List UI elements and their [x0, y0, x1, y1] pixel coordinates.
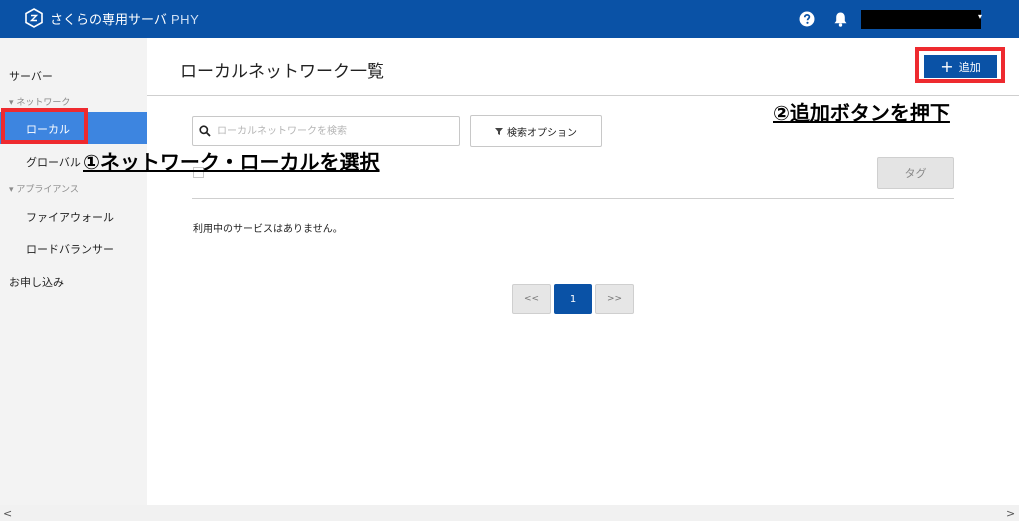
sakura-logo-icon [25, 8, 43, 28]
question-circle-icon[interactable] [799, 11, 815, 27]
highlight-add-box [915, 47, 1005, 83]
scroll-left-icon[interactable]: < [3, 507, 12, 520]
sidebar-item-global[interactable]: グローバル [26, 154, 81, 170]
pagination-prev-button[interactable]: << [512, 284, 551, 314]
filter-icon [495, 127, 503, 135]
pagination-current-page[interactable]: 1 [554, 284, 592, 314]
sidebar-section-network[interactable]: ▾ ネットワーク [9, 95, 70, 108]
sidebar-item-server[interactable]: サーバー [9, 68, 53, 84]
chevron-down-icon[interactable]: ▾ [978, 12, 982, 21]
empty-message: 利用中のサービスはありません。 [193, 224, 343, 235]
page-title: ローカルネットワーク一覧 [180, 62, 384, 82]
horizontal-scrollbar[interactable]: < > [0, 505, 1019, 521]
annotation-step-1: ①ネットワーク・ローカルを選択 [83, 150, 380, 174]
sidebar-item-apply[interactable]: お申し込み [9, 274, 64, 290]
search-option-label: 検索オプション [507, 127, 577, 139]
top-header: さくらの専用サーバ PHY ▾ [0, 0, 1019, 38]
sidebar-item-firewall[interactable]: ファイアウォール [26, 209, 114, 225]
pagination-next-button[interactable]: >> [595, 284, 634, 314]
bell-icon[interactable] [833, 11, 848, 27]
annotation-step-2: ②追加ボタンを押下 [773, 101, 950, 125]
highlight-local-box [1, 108, 88, 144]
sidebar-section-appliance[interactable]: ▾ アプライアンス [9, 182, 79, 195]
user-account-menu[interactable] [861, 10, 981, 29]
divider [192, 198, 954, 199]
scroll-right-icon[interactable]: > [1006, 507, 1015, 520]
tag-button[interactable]: タグ [877, 157, 954, 189]
sidebar-item-load-balancer[interactable]: ロードバランサー [26, 241, 114, 257]
brand-name: さくらの専用サーバ PHY [50, 11, 200, 28]
search-option-button[interactable]: 検索オプション [470, 115, 602, 147]
divider [147, 95, 1019, 96]
search-box[interactable] [192, 116, 460, 146]
search-input[interactable] [217, 121, 455, 141]
search-icon [199, 125, 211, 137]
brand[interactable]: さくらの専用サーバ PHY [24, 8, 199, 28]
